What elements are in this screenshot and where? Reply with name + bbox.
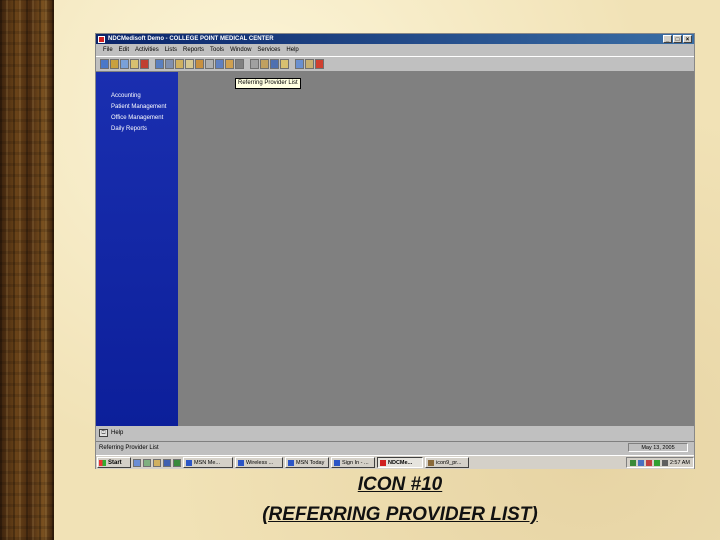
tray-volume-icon[interactable] <box>661 459 668 466</box>
patient-list-icon[interactable] <box>155 59 164 69</box>
taskbar-item[interactable]: Wireless ... <box>235 457 283 468</box>
exit-door-icon[interactable] <box>315 59 324 69</box>
quicklaunch-desktop-icon[interactable] <box>143 458 151 467</box>
calculator-icon[interactable] <box>260 59 269 69</box>
taskbar-item[interactable]: Sign In - ... <box>331 457 375 468</box>
window-title: NDCMedisoft Demo - COLLEGE POINT MEDICAL… <box>108 36 274 42</box>
tray-antivirus-icon[interactable] <box>645 459 652 466</box>
app-window: NDCMedisoft Demo - COLLEGE POINT MEDICAL… <box>95 33 695 469</box>
image-icon <box>428 459 434 466</box>
appointment-book-icon[interactable] <box>140 59 149 69</box>
browser-icon <box>334 459 340 466</box>
slide-caption-title: ICON #10 <box>357 474 443 495</box>
windows-taskbar: Start MSN Me... Wireless ... MSN Today S… <box>96 455 694 469</box>
menu-help[interactable]: Help <box>286 47 298 53</box>
workspace-area <box>178 72 694 426</box>
menu-services[interactable]: Services <box>257 47 280 53</box>
slide-caption-subtitle: (REFERRING PROVIDER LIST) <box>262 504 538 525</box>
sidebar-item-accounting[interactable]: Accounting <box>96 91 178 102</box>
close-button[interactable]: × <box>683 35 692 43</box>
start-button[interactable]: Start <box>97 457 131 468</box>
backup-icon[interactable] <box>270 59 279 69</box>
billing-code-icon[interactable] <box>225 59 234 69</box>
msn-icon <box>186 459 192 466</box>
toolbar-separator <box>290 59 294 69</box>
help-book-icon[interactable] <box>295 59 304 69</box>
menu-window[interactable]: Window <box>230 47 251 53</box>
insurance-carrier-icon[interactable] <box>165 59 174 69</box>
help-label[interactable]: Help <box>111 430 123 436</box>
options-icon[interactable] <box>305 59 314 69</box>
tray-network-icon[interactable] <box>629 459 636 466</box>
procedure-code-icon[interactable] <box>175 59 184 69</box>
status-bar: Referring Provider List May 13, 2005 <box>96 441 694 453</box>
status-date: May 13, 2005 <box>628 443 688 452</box>
status-text: Referring Provider List <box>99 444 159 451</box>
printer-icon[interactable] <box>250 59 259 69</box>
quicklaunch-ie-icon[interactable] <box>133 458 141 467</box>
toolbar-tooltip: Referring Provider List <box>235 78 301 89</box>
menu-lists[interactable]: Lists <box>165 47 177 53</box>
window-controls: _ □ × <box>663 35 692 43</box>
quicklaunch-word-icon[interactable] <box>163 458 171 467</box>
address-list-icon[interactable] <box>215 59 224 69</box>
help-bar: ⏍ Help <box>96 427 694 439</box>
ndc-app-icon <box>380 459 386 466</box>
tray-messenger-icon[interactable] <box>637 459 644 466</box>
msn-icon <box>288 459 294 466</box>
wireless-icon <box>238 459 244 466</box>
toolbar <box>96 56 694 72</box>
taskbar-item-active[interactable]: NDCMe... <box>377 457 423 468</box>
maximize-button[interactable]: □ <box>673 35 682 43</box>
folder-icon[interactable] <box>280 59 289 69</box>
diagnosis-code-icon[interactable] <box>185 59 194 69</box>
taskbar-clock: 2:57 AM <box>669 459 690 466</box>
toolbar-separator <box>150 59 154 69</box>
menu-file[interactable]: File <box>103 47 113 53</box>
quicklaunch-excel-icon[interactable] <box>173 458 181 467</box>
taskbar-item[interactable]: icon9_pr... <box>425 457 469 468</box>
start-label: Start <box>108 459 122 466</box>
statement-management-icon[interactable] <box>120 59 129 69</box>
sidebar-item-office-management[interactable]: Office Management <box>96 113 178 124</box>
windows-logo-icon <box>99 459 106 466</box>
tray-update-icon[interactable] <box>653 459 660 466</box>
window-titlebar[interactable]: NDCMedisoft Demo - COLLEGE POINT MEDICAL… <box>96 34 694 44</box>
taskbar-item[interactable]: MSN Me... <box>183 457 233 468</box>
transaction-entry-icon[interactable] <box>100 59 109 69</box>
help-toggle-icon[interactable]: ⏍ <box>99 429 108 437</box>
collection-list-icon[interactable] <box>130 59 139 69</box>
taskbar-item[interactable]: MSN Today <box>285 457 329 468</box>
quicklaunch-outlook-icon[interactable] <box>153 458 161 467</box>
toolbar-separator <box>245 59 249 69</box>
sidebar-item-daily-reports[interactable]: Daily Reports <box>96 124 178 135</box>
wood-border <box>0 0 56 540</box>
menu-tools[interactable]: Tools <box>210 47 224 53</box>
claim-management-icon[interactable] <box>110 59 119 69</box>
sidebar-item-patient-management[interactable]: Patient Management <box>96 102 178 113</box>
menu-reports[interactable]: Reports <box>183 47 204 53</box>
menu-edit[interactable]: Edit <box>119 47 129 53</box>
referring-provider-icon[interactable] <box>205 59 214 69</box>
sidebar: Accounting Patient Management Office Man… <box>96 72 178 426</box>
system-tray: 2:57 AM <box>625 457 694 468</box>
report-icon[interactable] <box>235 59 244 69</box>
provider-list-icon[interactable] <box>195 59 204 69</box>
minimize-button[interactable]: _ <box>663 35 672 43</box>
menu-activities[interactable]: Activities <box>135 47 159 53</box>
app-logo-icon <box>98 35 105 43</box>
menu-bar: File Edit Activities Lists Reports Tools… <box>96 45 694 55</box>
